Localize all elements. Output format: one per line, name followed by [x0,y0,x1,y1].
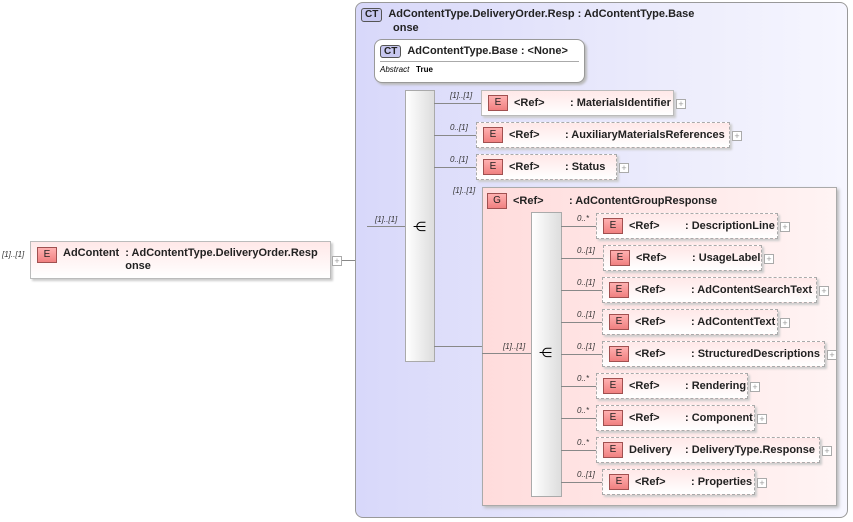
element-type: : DescriptionLine [685,220,775,232]
complex-type-base: : AdContentType.Base [577,8,695,20]
element-multiplicity: [1]..[1] [450,91,473,100]
element-type-wrap: onse [125,260,151,272]
element-name: <Ref> [635,316,666,328]
element-deliverytyperesponse[interactable]: E Delivery : DeliveryType.Response [596,437,820,463]
group-multiplicity: [1]..[1] [453,186,476,195]
element-type: : StructuredDescriptions [691,348,820,360]
expand-icon[interactable]: + [764,254,774,264]
root-multiplicity: [1]..[1] [2,250,25,259]
element-name: <Ref> [635,348,666,360]
element-name: <Ref> [635,476,666,488]
base-type-base: : <None> [520,45,568,57]
element-type: : AdContentSearchText [691,284,813,296]
element-name: <Ref> [629,220,660,232]
element-type: : AuxiliaryMaterialsReferences [565,129,725,141]
element-multiplicity: 0..[1] [577,342,595,351]
base-type-icon: CT [380,45,402,58]
element-component[interactable]: E <Ref> : Component [596,405,755,431]
element-status[interactable]: E <Ref> : Status [476,154,617,180]
element-icon: E [37,247,57,263]
abstract-value: True [416,65,433,74]
element-multiplicity: 0..[1] [450,155,468,164]
element-type: : Properties [691,476,753,488]
group-name: <Ref> [513,195,544,207]
element-structureddescriptions[interactable]: E <Ref> : StructuredDescriptions [602,341,825,367]
element-name: <Ref> [509,129,540,141]
base-type-name: AdContentType.Base [407,45,518,57]
element-rendering[interactable]: E <Ref> : Rendering [596,373,748,399]
element-name: <Ref> [509,161,540,173]
element-type: : AdContentText [691,316,776,328]
abstract-label: Abstract [380,65,410,74]
element-type: : Rendering [685,380,747,392]
element-icon: E [488,95,508,111]
element-descriptionline[interactable]: E <Ref> : DescriptionLine [596,213,778,239]
element-multiplicity: 0..* [577,406,590,415]
element-materialsidentifier[interactable]: E <Ref> : MaterialsIdentifier [481,90,674,116]
expand-icon[interactable]: + [619,163,629,173]
element-name: <Ref> [636,252,667,264]
element-multiplicity: 0..[1] [450,123,468,132]
element-multiplicity: 0..[1] [577,310,595,319]
element-name: <Ref> [635,284,666,296]
complex-type-icon: CT [361,8,383,22]
element-multiplicity: 0..* [577,214,590,223]
element-name: Delivery [629,444,672,456]
base-type-box[interactable]: CT AdContentType.Base : <None> Abstract T… [374,39,585,83]
element-multiplicity: 0..[1] [577,470,595,479]
element-icon: E [609,314,629,330]
element-multiplicity: 0..* [577,438,590,447]
element-icon: E [603,378,623,394]
element-icon: E [483,159,503,175]
element-auxiliarymaterialsreferences[interactable]: E <Ref> : AuxiliaryMaterialsReferences [476,122,730,148]
group-sequence-multiplicity: [1]..[1] [503,342,526,351]
element-icon: E [603,218,623,234]
element-type: : DeliveryType.Response [685,444,816,456]
element-type: : Component [685,412,753,424]
expand-icon[interactable]: + [750,382,760,392]
expand-icon[interactable]: + [780,222,790,232]
sequence-icon: ⋲ [413,219,426,234]
expand-icon[interactable]: + [822,446,832,456]
element-multiplicity: 0..* [577,374,590,383]
element-name: <Ref> [629,412,660,424]
element-type: : AdContentType.DeliveryOrder.Resp [125,247,318,259]
group-type: : AdContentGroupResponse [569,195,718,207]
complex-type-name: AdContentType.DeliveryOrder.Resp [388,8,575,20]
element-name: <Ref> [514,97,545,109]
expand-icon[interactable]: + [676,99,686,109]
element-icon: E [603,442,623,458]
element-icon: E [610,250,630,266]
group-sequence-icon: ⋲ [539,345,552,360]
expand-icon[interactable]: + [819,286,829,296]
element-type: : UsageLabel [692,252,761,264]
element-icon: E [609,474,629,490]
expand-icon[interactable]: + [757,414,767,424]
element-adcontentsearchtext[interactable]: E <Ref> : AdContentSearchText [602,277,817,303]
element-name: AdContent [63,247,120,259]
sequence-multiplicity: [1]..[1] [375,215,398,224]
root-element-adcontent[interactable]: E AdContent : AdContentType.DeliveryOrde… [30,241,331,279]
expand-icon[interactable]: + [332,256,342,266]
element-properties[interactable]: E <Ref> : Properties [602,469,755,495]
expand-icon[interactable]: + [757,478,767,488]
element-icon: E [609,282,629,298]
element-usagelabel[interactable]: E <Ref> : UsageLabel [603,245,762,271]
expand-icon[interactable]: + [732,131,742,141]
element-multiplicity: 0..[1] [577,246,595,255]
group-icon: G [487,193,507,209]
element-type: : Status [565,161,606,173]
element-type: : MaterialsIdentifier [570,97,671,109]
expand-icon[interactable]: + [780,318,790,328]
element-icon: E [609,346,629,362]
expand-icon[interactable]: + [827,350,837,360]
element-adcontenttext[interactable]: E <Ref> : AdContentText [602,309,778,335]
complex-type-name-wrap: onse [393,22,419,34]
element-multiplicity: 0..[1] [577,278,595,287]
element-icon: E [603,410,623,426]
element-name: <Ref> [629,380,660,392]
element-icon: E [483,127,503,143]
